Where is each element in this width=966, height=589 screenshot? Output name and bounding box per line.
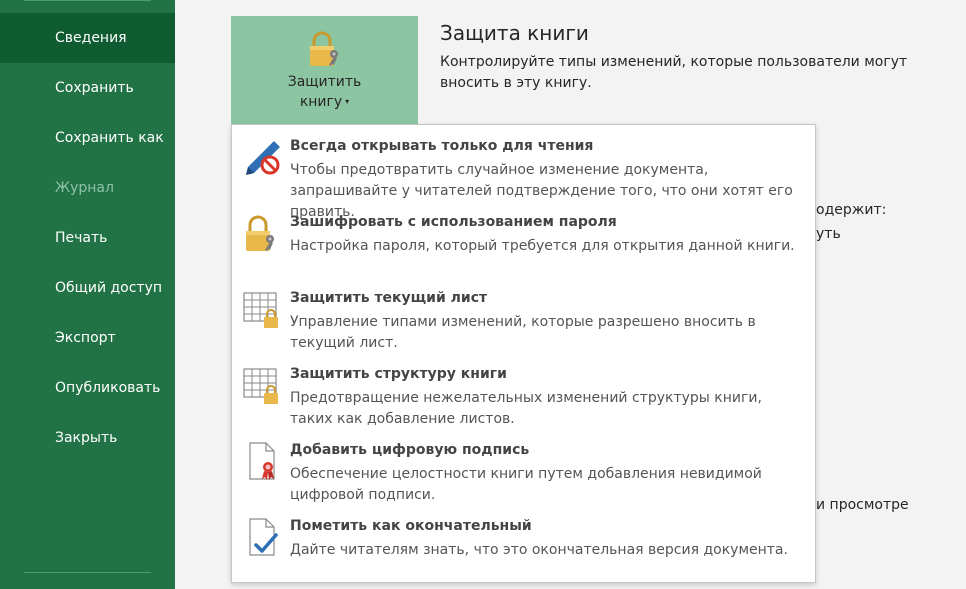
sidebar-item-info[interactable]: Сведения xyxy=(0,13,175,63)
background-text-partial-3: и просмотре xyxy=(816,497,909,513)
sidebar-item-share[interactable]: Общий доступ xyxy=(0,263,175,313)
section-description: Контролируйте типы изменений, которые по… xyxy=(440,54,908,91)
menu-item-title: Зашифровать с использованием пароля xyxy=(290,214,617,230)
sidebar-item-close[interactable]: Закрыть xyxy=(0,413,175,463)
menu-item-title: Добавить цифровую подпись xyxy=(290,442,530,458)
menu-item-title: Защитить структуру книги xyxy=(290,366,507,382)
menu-item-description: Дайте читателям знать, что это окончател… xyxy=(290,542,788,558)
protect-label-line2: книгу xyxy=(299,94,343,110)
section-title: Защита книги xyxy=(440,21,589,45)
menu-item-protect-structure[interactable]: Защитить структуру книги Предотвращение … xyxy=(232,357,815,429)
sidebar-top-divider xyxy=(24,0,151,1)
sheet-lock-icon xyxy=(243,292,278,328)
menu-item-encrypt-password[interactable]: Зашифровать с использованием пароля Наст… xyxy=(232,205,815,275)
protect-workbook-menu: Всегда открывать только для чтения Чтобы… xyxy=(231,124,816,583)
sidebar-item-export[interactable]: Экспорт xyxy=(0,313,175,363)
menu-item-description: Обеспечение целостности книги путем доба… xyxy=(290,466,762,503)
protect-workbook-button[interactable]: Защитить книгу ▾ xyxy=(231,16,418,124)
sidebar-item-print[interactable]: Печать xyxy=(0,213,175,263)
protect-workbook-label: Защитить книгу ▾ xyxy=(231,72,418,112)
menu-item-mark-final[interactable]: Пометить как окончательный Дайте читател… xyxy=(232,509,815,579)
menu-item-title: Защитить текущий лист xyxy=(290,290,488,306)
document-check-icon xyxy=(249,518,278,556)
menu-item-digital-signature[interactable]: Добавить цифровую подпись Обеспечение це… xyxy=(232,433,815,505)
document-ribbon-icon xyxy=(249,442,275,480)
backstage-sidebar: Сведения Сохранить Сохранить как Журнал … xyxy=(0,0,175,589)
menu-item-protect-sheet[interactable]: Защитить текущий лист Управление типами … xyxy=(232,281,815,353)
menu-item-title: Всегда открывать только для чтения xyxy=(290,138,594,154)
sidebar-bottom-divider xyxy=(24,572,151,573)
sidebar-item-save-as[interactable]: Сохранить как xyxy=(0,113,175,163)
workbook-lock-icon xyxy=(243,368,278,404)
menu-item-description: Предотвращение нежелательных изменений с… xyxy=(290,390,762,427)
chevron-down-icon: ▾ xyxy=(345,97,350,106)
protect-label-line1: Защитить xyxy=(287,74,362,90)
background-text-partial-1: одержит: xyxy=(816,202,887,218)
protect-label-line2-wrap: книгу ▾ xyxy=(231,92,418,112)
sidebar-item-publish[interactable]: Опубликовать xyxy=(0,363,175,413)
sidebar-item-save[interactable]: Сохранить xyxy=(0,63,175,113)
pencil-no-edit-icon xyxy=(246,141,280,175)
sidebar-item-history: Журнал xyxy=(55,180,114,196)
menu-item-description: Управление типами изменений, которые раз… xyxy=(290,314,756,351)
lock-key-icon xyxy=(310,31,338,66)
menu-item-description: Настройка пароля, который требуется для … xyxy=(290,238,795,254)
menu-item-title: Пометить как окончательный xyxy=(290,518,532,534)
background-text-partial-2: уть xyxy=(816,226,841,242)
lock-key-icon xyxy=(246,215,274,251)
menu-item-always-read-only[interactable]: Всегда открывать только для чтения Чтобы… xyxy=(232,129,815,220)
